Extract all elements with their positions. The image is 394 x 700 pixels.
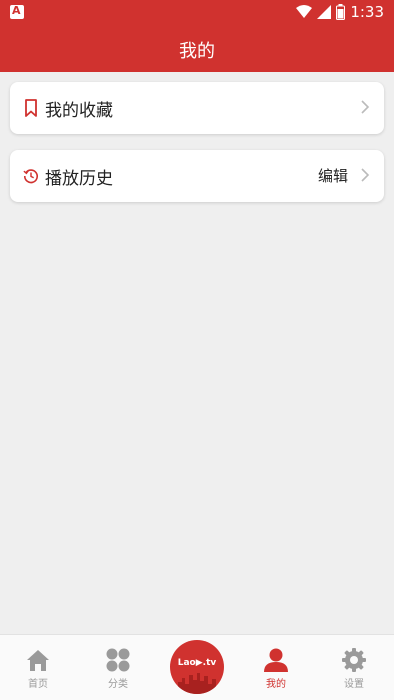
- title-bar: 我的: [0, 26, 394, 72]
- settings-icon: [342, 648, 366, 672]
- battery-icon: [336, 4, 346, 20]
- wifi-icon: [296, 5, 313, 18]
- tab-home-label: 首页: [28, 679, 48, 690]
- chevron-right-icon: [361, 168, 370, 182]
- bookmark-icon: [25, 99, 37, 117]
- center-play-button[interactable]: Lao▶.tv: [170, 640, 224, 694]
- favorites-label: 我的收藏: [45, 101, 113, 121]
- brand-logo: Lao▶.tv: [177, 658, 217, 668]
- tab-home[interactable]: 首页: [8, 641, 68, 697]
- tab-settings-label: 设置: [344, 679, 364, 690]
- favorites-row[interactable]: 我的收藏: [10, 82, 384, 134]
- edit-button[interactable]: 编辑: [318, 165, 348, 186]
- tab-mine-label: 我的: [266, 679, 286, 690]
- status-bar: A 1:33: [0, 0, 394, 26]
- tab-category-label: 分类: [108, 679, 128, 690]
- user-icon: [264, 648, 288, 672]
- status-time: 1:33: [350, 3, 384, 21]
- tab-settings[interactable]: 设置: [324, 641, 384, 697]
- tab-category[interactable]: 分类: [88, 641, 148, 697]
- history-row[interactable]: 播放历史 编辑: [10, 150, 384, 202]
- history-icon: [23, 169, 38, 184]
- tab-mine[interactable]: 我的: [246, 641, 306, 697]
- page-title: 我的: [179, 41, 215, 62]
- chevron-right-icon: [361, 100, 370, 114]
- notification-app-icon: A: [10, 4, 24, 19]
- category-icon: [106, 648, 130, 672]
- home-icon: [27, 650, 49, 671]
- history-label: 播放历史: [45, 169, 113, 189]
- signal-icon: [317, 5, 332, 19]
- status-indicators: 1:33: [296, 3, 384, 21]
